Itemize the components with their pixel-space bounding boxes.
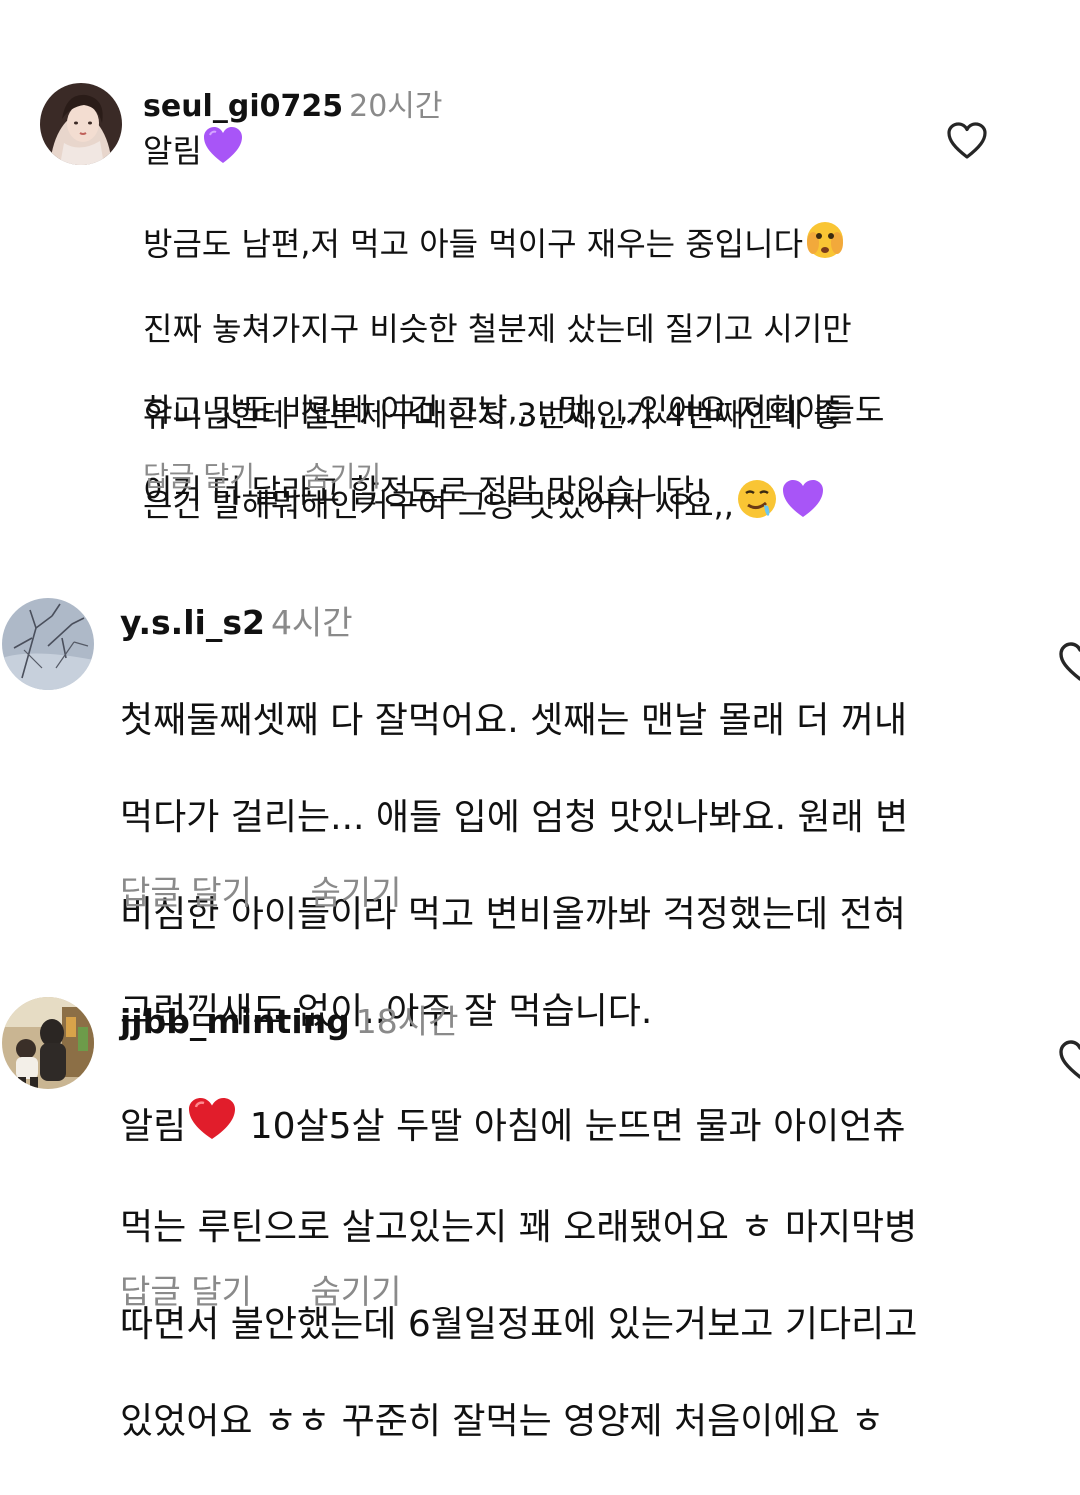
comment-line: 먹는 루틴으로 살고있는지 꽤 오래됐어요 ㅎ 마지막병 <box>120 1206 918 1248</box>
comment-actions: 답글 달기 숨기기 <box>143 455 381 495</box>
username[interactable]: jjbb_minting <box>120 1002 350 1041</box>
timestamp: 4시간 <box>270 603 353 642</box>
purple-heart-emoji <box>780 478 826 530</box>
notification-label: 알림 <box>143 132 202 170</box>
comment-actions: 답글 달기 숨기기 <box>120 866 402 914</box>
comment-header: y.s.li_s2 4시간 <box>120 596 353 644</box>
avatar[interactable] <box>2 997 94 1089</box>
heart-outline-icon[interactable] <box>946 122 988 160</box>
purple-heart-emoji <box>202 126 244 174</box>
hide-button[interactable]: 숨기기 <box>310 1265 401 1313</box>
reply-button[interactable]: 답글 달기 <box>143 455 255 495</box>
drooling-face-emoji <box>734 478 780 530</box>
timestamp: 18시간 <box>355 1002 459 1041</box>
comment-header: seul_gi0725 20시간 <box>143 81 442 125</box>
comment-actions: 답글 달기 숨기기 <box>120 1265 402 1313</box>
avatar[interactable] <box>40 83 122 165</box>
comment-line: 유니님한테 철분제구매한지 3번째인가 4번째인데 좋 <box>143 396 843 434</box>
comment-line: 먹다가 걸리는... 애들 입에 엄청 맛있나봐요. 원래 변 <box>120 796 909 838</box>
username[interactable]: seul_gi0725 <box>143 89 343 124</box>
peeking-face-emoji <box>803 219 847 269</box>
comment-line: 진짜 놓쳐가지구 비슷한 철분제 샀는데 질기고 시기만 <box>143 309 852 348</box>
notification-label: 알림 <box>120 1105 187 1147</box>
comment-line: 방금도 남편,저 먹고 아들 먹이구 재우는 중입니다 <box>143 224 804 263</box>
comment-first-line: 알림 <box>143 126 244 174</box>
red-heart-emoji <box>186 1096 238 1156</box>
heart-outline-icon[interactable] <box>1058 1040 1080 1080</box>
comment-line: 첫째둘째셋째 다 잘먹어요. 셋째는 맨날 몰래 더 꺼내 <box>120 699 908 741</box>
username[interactable]: y.s.li_s2 <box>120 603 265 642</box>
hide-button[interactable]: 숨기기 <box>304 455 381 495</box>
heart-outline-icon[interactable] <box>1058 642 1080 682</box>
comment-line: 10살5살 두딸 아침에 눈뜨면 물과 아이언츄 <box>238 1105 906 1147</box>
avatar[interactable] <box>2 598 94 690</box>
reply-button[interactable]: 답글 달기 <box>120 866 252 914</box>
hide-button[interactable]: 숨기기 <box>310 866 401 914</box>
timestamp: 20시간 <box>349 89 443 124</box>
comment-line: 있었어요 ㅎㅎ 꾸준히 잘먹는 영양제 처음이에요 ㅎ <box>120 1400 885 1442</box>
comment-header: jjbb_minting 18시간 <box>120 995 458 1043</box>
reply-button[interactable]: 답글 달기 <box>120 1265 252 1313</box>
